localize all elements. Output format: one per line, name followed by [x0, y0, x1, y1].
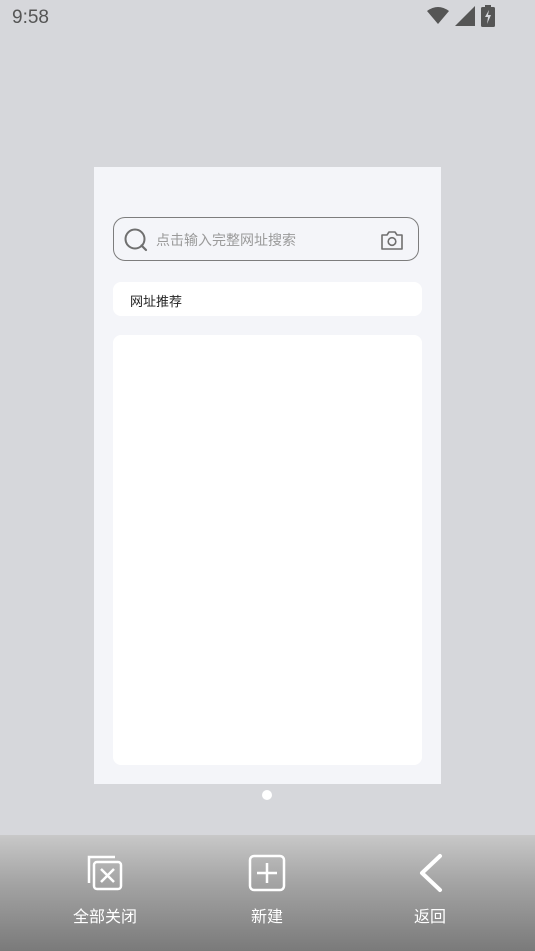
back-label: 返回 — [413, 907, 446, 926]
close-all-icon — [85, 853, 125, 893]
status-time: 9:58 — [12, 7, 49, 28]
new-tab-label: 新建 — [250, 907, 283, 926]
cellular-signal-icon — [455, 6, 475, 30]
url-recommend-label: 网址推荐 — [130, 295, 183, 310]
back-button[interactable]: 返回 — [375, 853, 485, 933]
chevron-left-icon — [410, 853, 450, 893]
camera-icon[interactable] — [380, 229, 404, 251]
new-tab-button[interactable]: 新建 — [212, 853, 322, 933]
close-all-button[interactable]: 全部关闭 — [50, 853, 160, 933]
search-input[interactable]: 点击输入完整网址搜索 — [156, 230, 296, 250]
add-icon — [247, 853, 287, 893]
wifi-icon — [427, 7, 449, 29]
search-icon — [124, 228, 148, 252]
battery-charging-icon — [481, 5, 495, 31]
page-indicator-dot — [262, 790, 272, 800]
search-bar[interactable]: 点击输入完整网址搜索 — [113, 217, 419, 261]
status-icons — [427, 5, 495, 31]
url-recommend-section[interactable]: 网址推荐 — [113, 282, 422, 316]
bottom-toolbar: 全部关闭 新建 返回 — [0, 835, 535, 951]
content-panel — [113, 335, 422, 765]
tab-preview-card[interactable]: 点击输入完整网址搜索 网址推荐 — [94, 167, 441, 784]
status-bar: 9:58 — [0, 0, 535, 36]
close-all-label: 全部关闭 — [72, 907, 137, 926]
